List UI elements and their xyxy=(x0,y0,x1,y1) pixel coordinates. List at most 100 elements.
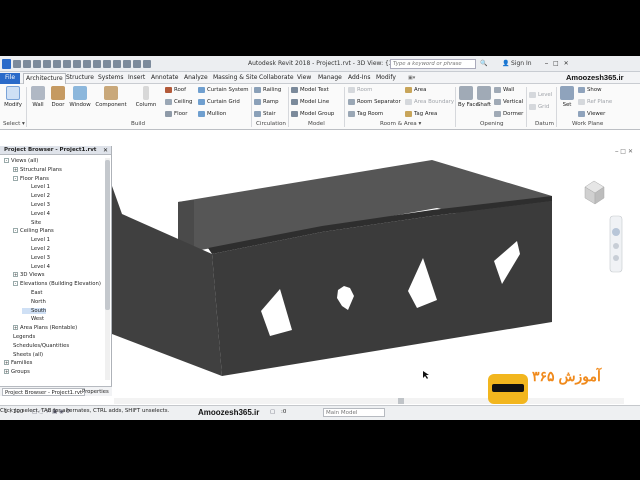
tree-item[interactable]: Level 1 xyxy=(22,184,50,190)
viewer-button[interactable]: Viewer xyxy=(578,111,605,117)
dimension-icon[interactable] xyxy=(83,60,91,68)
tree-item[interactable]: - Ceiling Plans xyxy=(13,228,54,234)
curtain-grid-button[interactable]: Curtain Grid xyxy=(198,99,240,105)
ramp-button[interactable]: Ramp xyxy=(254,99,279,105)
area-button[interactable]: Area xyxy=(405,87,426,93)
door-button[interactable]: Door xyxy=(50,86,66,108)
tree-item[interactable]: Level 2 xyxy=(22,193,50,199)
wall-button[interactable]: Wall xyxy=(29,86,47,108)
tree-item[interactable]: + Structural Plans xyxy=(13,166,62,173)
model-line-button[interactable]: Model Line xyxy=(291,99,329,105)
tab-view[interactable]: View xyxy=(295,73,313,84)
open-icon[interactable] xyxy=(13,60,21,68)
column-button[interactable]: Column xyxy=(134,86,158,108)
save-icon[interactable] xyxy=(23,60,31,68)
tree-item[interactable]: Sheets (all) xyxy=(4,352,43,358)
model-box[interactable] xyxy=(112,160,552,376)
tab-add-ins[interactable]: Add-Ins xyxy=(346,73,372,84)
switch-windows-icon[interactable] xyxy=(143,60,151,68)
horizontal-scroll-thumb[interactable] xyxy=(398,398,404,404)
model-canvas[interactable] xyxy=(112,146,640,405)
model-text-button[interactable]: Model Text xyxy=(291,87,329,93)
tree-item[interactable]: +3D Views xyxy=(13,272,44,278)
tab-collaborate[interactable]: Collaborate xyxy=(257,73,296,84)
sign-in-link[interactable]: Sign In xyxy=(511,60,532,67)
curtain-system-button[interactable]: Curtain System xyxy=(198,87,249,93)
tree-item[interactable]: North xyxy=(22,299,46,305)
tree-item[interactable]: Level 1 xyxy=(22,237,50,243)
tab-annotate[interactable]: Annotate xyxy=(149,73,180,84)
room-area-group-label[interactable]: Room & Area ▾ xyxy=(380,121,421,127)
tree-item[interactable]: Level 4 xyxy=(22,264,50,270)
navigation-bar[interactable] xyxy=(609,215,623,273)
tab-properties[interactable]: Properties xyxy=(80,388,111,396)
tree-item[interactable]: Legends xyxy=(4,334,35,340)
design-option-select[interactable]: Main Model xyxy=(323,408,385,417)
expand-icon[interactable]: + xyxy=(13,272,18,278)
tree-item[interactable]: Level 3 xyxy=(22,255,50,261)
section-icon[interactable] xyxy=(113,60,121,68)
tree-item[interactable]: South xyxy=(22,307,47,314)
mullion-button[interactable]: Mullion xyxy=(198,111,226,117)
tree-item[interactable]: East xyxy=(22,290,42,296)
tab-structure[interactable]: Structure xyxy=(64,73,96,84)
scrollbar[interactable] xyxy=(105,158,110,380)
level-button[interactable]: Level xyxy=(529,92,552,98)
tree-item[interactable]: + Families xyxy=(4,360,32,366)
railing-button[interactable]: Railing xyxy=(254,87,281,93)
ceiling-button[interactable]: Ceiling xyxy=(165,99,192,105)
stair-button[interactable]: Stair xyxy=(254,111,276,117)
view-cube-icon[interactable] xyxy=(584,180,605,205)
revit-logo-icon[interactable] xyxy=(2,59,11,69)
expand-icon[interactable]: + xyxy=(13,166,18,172)
modify-button[interactable]: Modify xyxy=(3,86,23,108)
window-controls[interactable]: ⎯□✕ xyxy=(545,60,574,68)
tree-item[interactable]: Schedules/Quantities xyxy=(4,343,69,349)
expand-icon[interactable]: + xyxy=(4,369,9,375)
collapse-icon[interactable]: - xyxy=(13,228,18,234)
tree-item[interactable]: Level 3 xyxy=(22,202,50,208)
redo-icon[interactable] xyxy=(53,60,61,68)
tab-analyze[interactable]: Analyze xyxy=(182,73,210,84)
tree-item[interactable]: - Floor Plans xyxy=(13,175,49,182)
grid-button[interactable]: Grid xyxy=(529,104,549,110)
ref-plane-button[interactable]: Ref Plane xyxy=(578,99,612,105)
area-boundary-button[interactable]: Area Boundary xyxy=(405,99,454,105)
tree-item[interactable]: Site xyxy=(22,220,41,226)
tree-item[interactable]: Level 2 xyxy=(22,246,50,252)
close-hidden-icon[interactable] xyxy=(133,60,141,68)
tree-item[interactable]: + Area Plans (Rentable) xyxy=(13,325,77,331)
set-button[interactable]: Set xyxy=(559,86,575,108)
tab-project-browser[interactable]: Project Browser - Project1.rvt xyxy=(2,388,86,396)
dormer-button[interactable]: Dormer xyxy=(494,111,523,117)
tab-systems[interactable]: Systems xyxy=(96,73,126,84)
search-input[interactable] xyxy=(390,59,476,69)
select-group-label[interactable]: Select ▾ xyxy=(3,121,25,127)
tab-file[interactable]: File xyxy=(0,73,21,84)
close-icon[interactable]: ✕ xyxy=(103,146,108,155)
3d-view-icon[interactable] xyxy=(103,60,111,68)
sync-icon[interactable] xyxy=(33,60,41,68)
model-group-button[interactable]: Model Group xyxy=(291,111,334,117)
tree-item[interactable]: West xyxy=(22,316,44,322)
shaft-button[interactable]: Shaft xyxy=(476,86,492,108)
undo-icon[interactable] xyxy=(43,60,51,68)
by-face-button[interactable]: By Face xyxy=(458,86,479,108)
tab-massing-site[interactable]: Massing & Site xyxy=(211,73,259,84)
tag-area-button[interactable]: Tag Area xyxy=(405,111,437,117)
show-button[interactable]: Show xyxy=(578,87,602,93)
thin-lines-icon[interactable] xyxy=(123,60,131,68)
user-icon[interactable]: 👤 xyxy=(502,60,509,67)
tab-modify[interactable]: Modify xyxy=(374,73,398,84)
tab-manage[interactable]: Manage xyxy=(316,73,344,84)
expand-icon[interactable]: + xyxy=(4,360,9,366)
vertical-button[interactable]: Vertical xyxy=(494,99,523,105)
search-icon[interactable]: 🔍 xyxy=(480,60,487,67)
print-icon[interactable] xyxy=(63,60,71,68)
collapse-icon[interactable]: - xyxy=(13,281,18,287)
scrollbar-thumb[interactable] xyxy=(105,160,110,310)
workset-icon[interactable]: ▢ xyxy=(270,409,275,415)
floor-button[interactable]: Floor xyxy=(165,111,187,117)
collapse-icon[interactable]: - xyxy=(13,175,18,181)
tab-architecture[interactable]: Architecture xyxy=(23,73,66,84)
